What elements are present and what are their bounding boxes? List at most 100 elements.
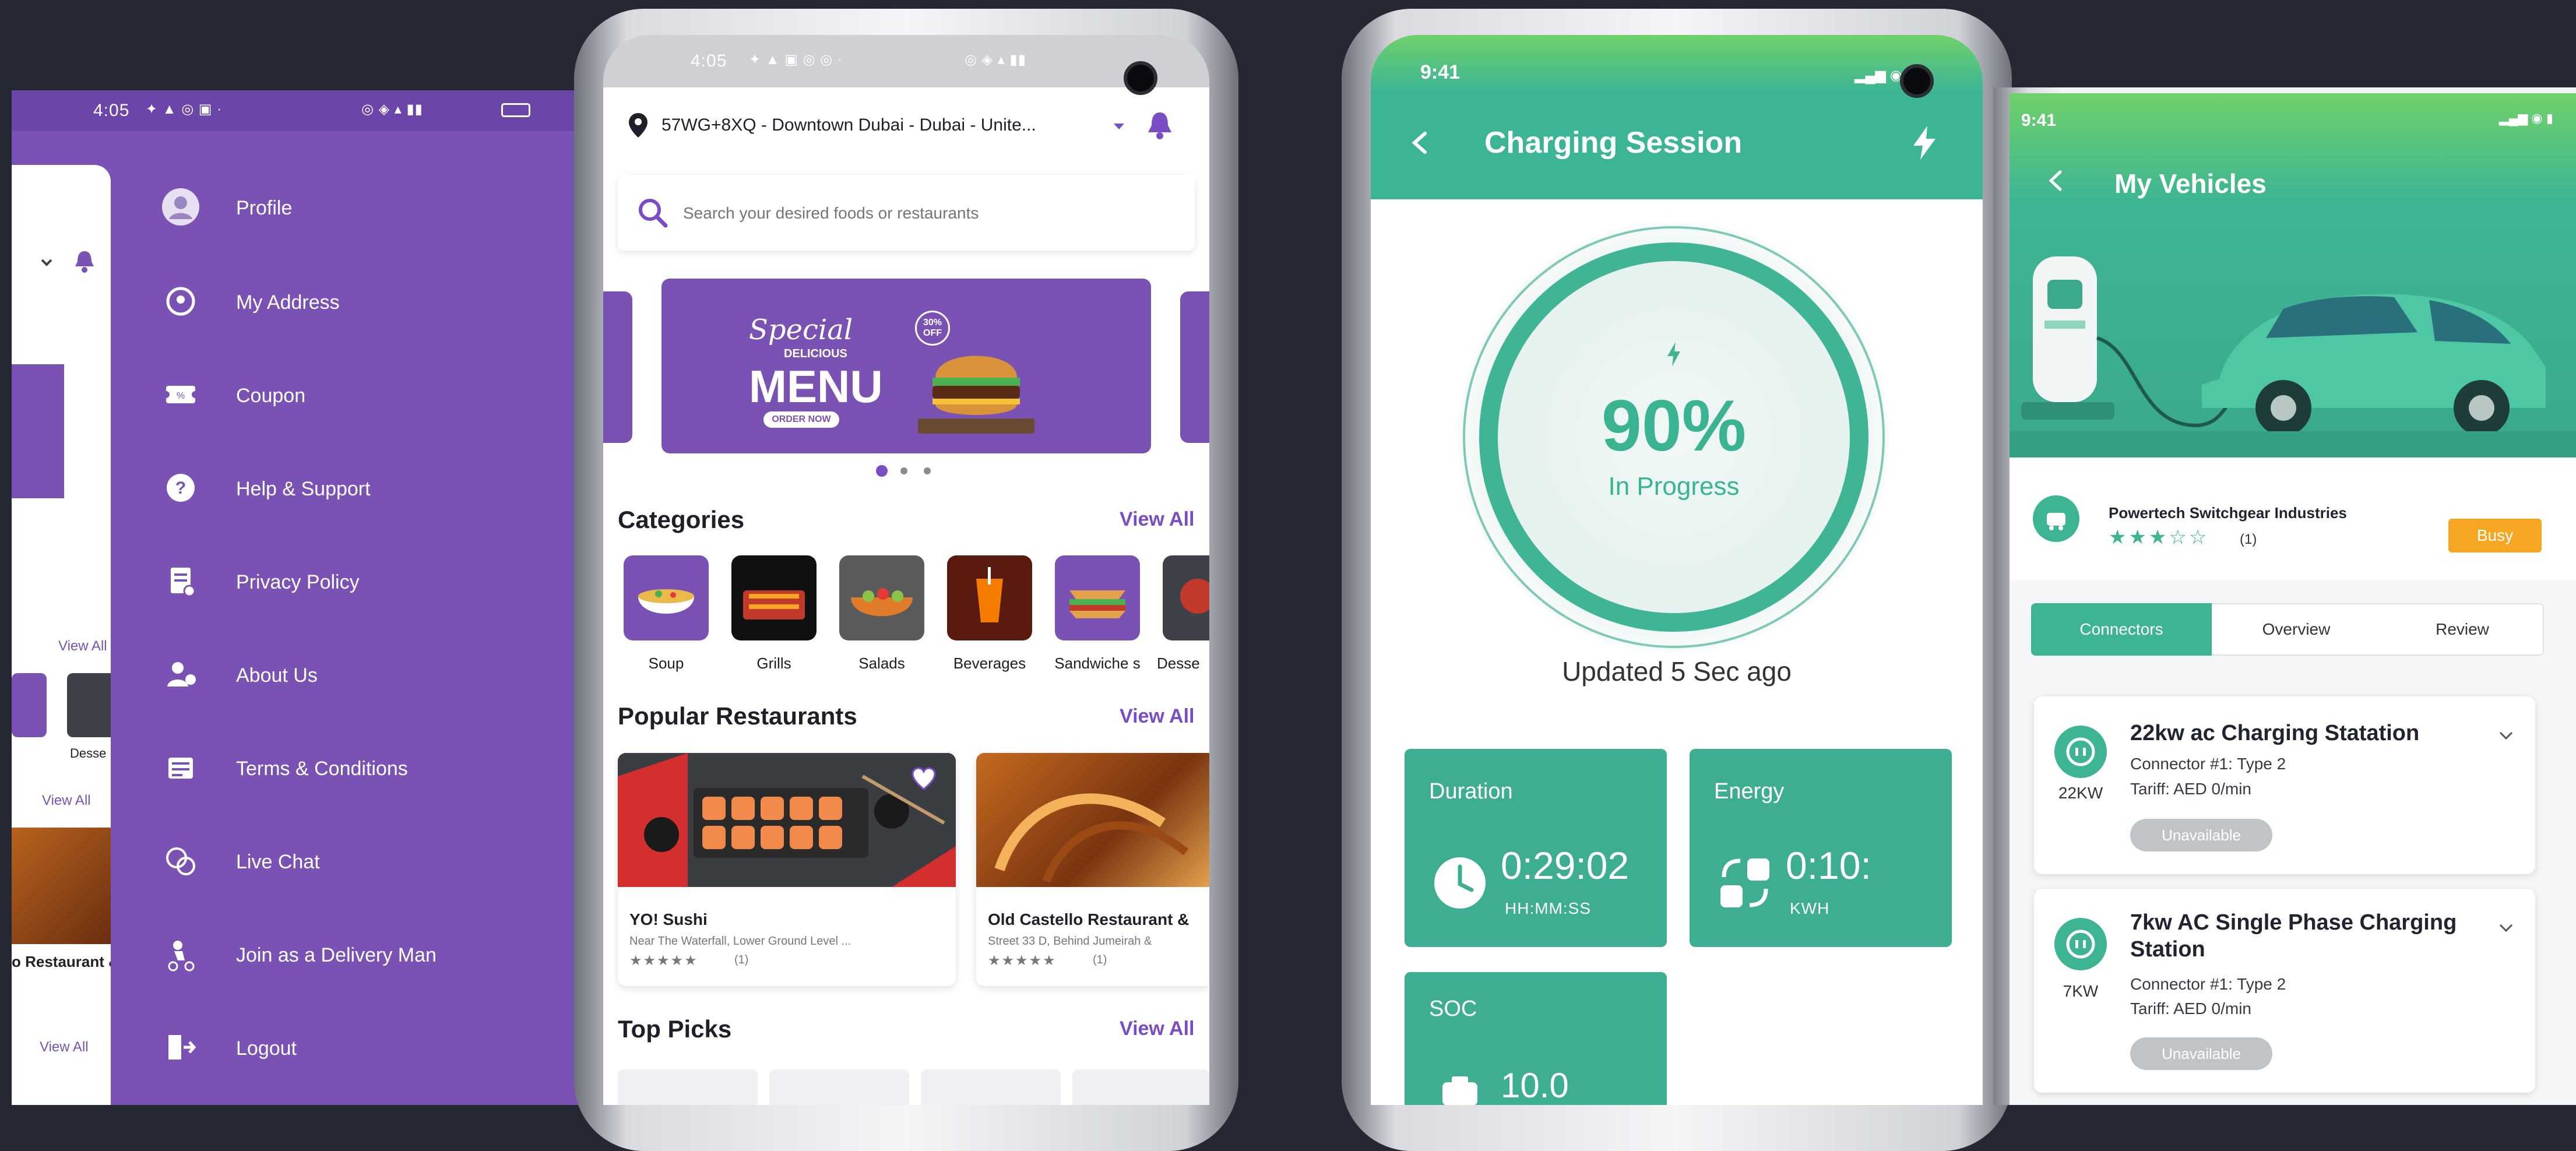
- burger-image: [918, 331, 1034, 436]
- plug-icon: [2054, 918, 2107, 970]
- connector-title: 7kw AC Single Phase Charging Station: [2130, 910, 2457, 962]
- grills-image: [731, 555, 817, 640]
- category-label: Salads: [858, 654, 905, 672]
- updated-text: Updated 5 Sec ago: [1562, 656, 1792, 687]
- ev-charging-illustration: [2010, 233, 2576, 460]
- connector-type: Connector #1: Type 2: [2130, 975, 2286, 993]
- banner-script-text: Special: [749, 314, 853, 346]
- station-company: Powertech Switchgear Industries: [2109, 504, 2347, 522]
- profile-avatar-icon: [160, 186, 201, 227]
- heart-icon[interactable]: [909, 765, 938, 794]
- restaurant-card-yo-sushi[interactable]: YO! Sushi Near The Waterfall, Lower Grou…: [618, 753, 956, 986]
- status-badge: Busy: [2448, 519, 2542, 552]
- beverages-image: [947, 555, 1032, 640]
- soup-image: [624, 555, 709, 640]
- carousel-dot[interactable]: [924, 467, 931, 474]
- status-system-icons: ◎ ◈ ▴ ▮▮: [965, 52, 1026, 68]
- banner-title: MENU: [749, 361, 883, 412]
- location-pin-icon: [160, 281, 201, 322]
- background-category-label: Desse: [70, 746, 107, 761]
- status-notification-icons: ✦ ▲ ▣ ◎ ◎ ·: [749, 52, 843, 68]
- about-us-icon: [160, 654, 201, 695]
- drawer-item-label: Profile: [236, 197, 293, 219]
- tab-overview[interactable]: Overview: [2212, 603, 2381, 656]
- stat-title: SOC: [1429, 997, 1477, 1021]
- drawer-item-label: My Address: [236, 291, 340, 314]
- chevron-down-icon[interactable]: [1110, 118, 1128, 135]
- category-label: Beverages: [953, 654, 1026, 672]
- lightning-icon[interactable]: [1904, 122, 1945, 163]
- food-screen: 4:05 ✦ ▲ ▣ ◎ ◎ · ◎ ◈ ▴ ▮▮ 57WG+8XQ - Dow…: [603, 35, 1209, 1105]
- categories-title: Categories: [618, 506, 745, 533]
- top-pick-card[interactable]: [921, 1069, 1061, 1105]
- connector-card[interactable]: 22KW 22kw ac Charging Statation Connecto…: [2034, 696, 2535, 874]
- drawer-item-label: About Us: [236, 664, 318, 687]
- search-bar[interactable]: [618, 175, 1195, 251]
- status-signal-icons: ▂▄▆ ◉: [1854, 68, 1902, 83]
- connector-title: 22kw ac Charging Statation: [2130, 721, 2420, 745]
- banner-order-button[interactable]: ORDER NOW: [763, 411, 839, 428]
- drawer-item-label: Terms & Conditions: [236, 758, 408, 780]
- charging-header: [1371, 35, 1983, 199]
- connector-card[interactable]: 7KW 7kw AC Single Phase Charging Station…: [2034, 889, 2535, 1093]
- restaurant-address: Street 33 D, Behind Jumeirah &: [988, 935, 1152, 948]
- sandwiches-image: [1055, 555, 1140, 640]
- connector-type: Connector #1: Type 2: [2130, 755, 2286, 773]
- top-pick-card[interactable]: [1072, 1069, 1209, 1105]
- drawer-screen: 4:05 ✦ ▲ ◎ ▣ · ◎ ◈ ▴ ▮▮ View All Desse V…: [12, 90, 580, 1105]
- chevron-down-icon[interactable]: [2494, 724, 2518, 748]
- desserts-image: [1163, 555, 1209, 640]
- background-banner: [12, 364, 64, 498]
- privacy-policy-icon: [160, 561, 201, 601]
- front-camera: [1124, 61, 1157, 95]
- restaurant-name: Old Castello Restaurant &: [988, 910, 1190, 928]
- svg-text:%: %: [177, 391, 185, 401]
- view-all-link: View All: [40, 1039, 89, 1055]
- promo-banner[interactable]: Special DELICIOUS MENU ORDER NOW 30% OFF: [661, 279, 1151, 453]
- battery-icon: [501, 103, 530, 117]
- background-category-tile: [12, 673, 47, 737]
- bell-icon[interactable]: [1142, 108, 1177, 143]
- search-input[interactable]: [682, 198, 1174, 228]
- carousel-dot[interactable]: [900, 467, 907, 474]
- popular-view-all[interactable]: View All: [1120, 705, 1195, 728]
- carousel-next-slide[interactable]: [1180, 291, 1209, 443]
- rating-stars: ★★★★★: [629, 953, 698, 969]
- duration-card: Duration 0:29:02 HH:MM:SS: [1405, 749, 1667, 947]
- address-selector[interactable]: 57WG+8XQ - Downtown Dubai - Dubai - Unit…: [661, 115, 1036, 135]
- background-restaurant-name: o Restaurant &: [12, 953, 119, 970]
- tab-review[interactable]: Review: [2381, 603, 2544, 656]
- tab-connectors[interactable]: Connectors: [2031, 603, 2212, 656]
- rating-count: (1): [1093, 953, 1107, 966]
- connector-power: 22KW: [2058, 784, 2103, 802]
- page-title: My Vehicles: [2114, 168, 2267, 199]
- status-time: 9:41: [1420, 61, 1461, 83]
- status-signal-icons: ▂▄▆ ◉ ▮: [2499, 111, 2553, 125]
- rating-count: (1): [2240, 531, 2257, 547]
- top-pick-card[interactable]: [769, 1069, 909, 1105]
- rating-count: (1): [734, 953, 749, 966]
- coupon-icon: %: [160, 374, 201, 415]
- plug-icon: [2054, 726, 2107, 778]
- drawer-item-label: Live Chat: [236, 851, 320, 873]
- restaurant-address: Near The Waterfall, Lower Ground Level .…: [629, 935, 851, 948]
- status-time: 4:05: [691, 51, 727, 71]
- carousel-prev-slide[interactable]: [603, 291, 632, 443]
- back-arrow-icon[interactable]: [2042, 166, 2071, 195]
- rating-stars: ★★★★★: [988, 953, 1057, 969]
- back-arrow-icon[interactable]: [1403, 125, 1438, 160]
- bell-icon: [70, 247, 99, 276]
- stat-unit: KWH: [1790, 899, 1830, 917]
- drawer-item-label: Logout: [236, 1037, 297, 1060]
- carousel-dot-active[interactable]: [876, 465, 888, 477]
- top-pick-card[interactable]: [618, 1069, 758, 1105]
- chevron-down-icon[interactable]: [2494, 917, 2518, 940]
- top-picks-view-all[interactable]: View All: [1120, 1018, 1195, 1040]
- categories-view-all[interactable]: View All: [1120, 508, 1195, 531]
- page-title: Charging Session: [1484, 126, 1743, 160]
- category-label: Sandwiche s: [1054, 654, 1141, 672]
- energy-card: Energy 0:10: KWH: [1690, 749, 1952, 947]
- restaurant-card-old-castello[interactable]: Old Castello Restaurant & Street 33 D, B…: [976, 753, 1209, 986]
- clock-icon: [1431, 854, 1489, 912]
- banner-small-text: DELICIOUS: [784, 347, 847, 360]
